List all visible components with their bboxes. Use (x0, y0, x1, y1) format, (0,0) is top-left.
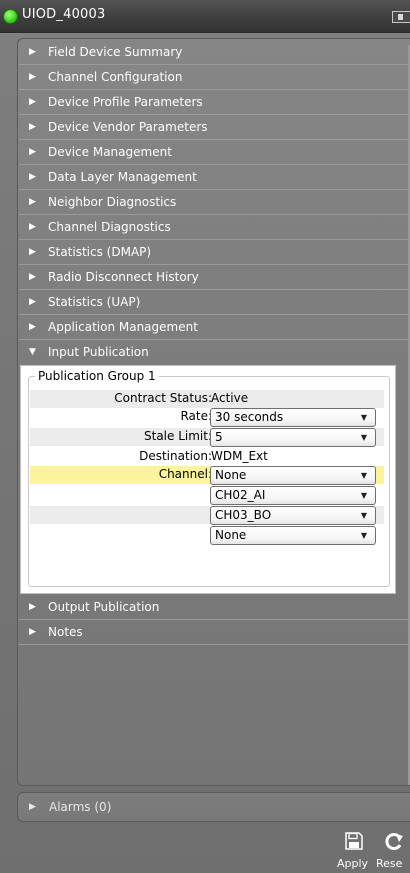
section-label: Statistics (UAP) (48, 295, 141, 309)
section-device-profile-parameters[interactable]: ▶ Device Profile Parameters (19, 90, 410, 115)
save-icon (345, 832, 363, 850)
destination-value: WDM_Ext (211, 449, 268, 463)
triangle-right-icon: ▶ (29, 297, 36, 307)
section-statistics-dmap[interactable]: ▶ Statistics (DMAP) (19, 240, 410, 265)
contract-status-row: Contract Status: Active (30, 390, 384, 408)
window-title: UIOD_40003 (22, 7, 106, 22)
stale-limit-select[interactable]: 5 ▼ (210, 428, 376, 447)
triangle-right-icon: ▶ (29, 322, 36, 332)
triangle-down-icon: ▼ (29, 347, 36, 357)
stale-limit-label: Stale Limit: (144, 429, 212, 443)
stale-limit-row: Stale Limit: 5 ▼ (30, 428, 384, 447)
section-label: Channel Diagnostics (48, 220, 171, 234)
apply-label: Apply (337, 857, 369, 870)
channel-select-value: CH03_BO (215, 508, 272, 522)
apply-button[interactable]: Apply (336, 829, 372, 873)
section-label: Data Layer Management (48, 170, 197, 184)
section-channel-diagnostics[interactable]: ▶ Channel Diagnostics (19, 215, 410, 240)
rate-select-value: 30 seconds (215, 410, 284, 424)
refresh-icon (385, 833, 403, 850)
section-label: Channel Configuration (48, 70, 183, 84)
section-output-publication[interactable]: ▶ Output Publication (19, 595, 410, 620)
triangle-right-icon: ▶ (29, 272, 36, 282)
channel-row: Channel: None ▼ (30, 466, 384, 485)
triangle-right-icon: ▶ (29, 147, 36, 157)
section-label: Device Vendor Parameters (48, 120, 208, 134)
triangle-right-icon: ▶ (29, 802, 36, 812)
chevron-down-icon: ▼ (360, 511, 367, 520)
triangle-right-icon: ▶ (29, 122, 36, 132)
channel-select-value: None (215, 468, 247, 482)
section-device-vendor-parameters[interactable]: ▶ Device Vendor Parameters (19, 115, 410, 140)
channel-select-value: None (215, 528, 247, 542)
status-indicator-icon (3, 9, 18, 24)
triangle-right-icon: ▶ (29, 602, 36, 612)
reset-label: Rese (376, 857, 403, 870)
stale-limit-select-value: 5 (215, 430, 223, 444)
section-label: Field Device Summary (48, 45, 183, 59)
title-bar: UIOD_40003 (0, 0, 410, 33)
destination-row: Destination: WDM_Ext (30, 448, 384, 466)
channel-select-2[interactable]: CH02_AI ▼ (210, 486, 376, 505)
section-label: Neighbor Diagnostics (48, 195, 177, 209)
section-notes[interactable]: ▶ Notes (19, 620, 410, 645)
section-label: Notes (48, 625, 83, 639)
channel-select-value: CH02_AI (215, 488, 266, 502)
chevron-down-icon: ▼ (360, 491, 367, 500)
input-publication-content: Publication Group 1 Contract Status: Act… (20, 365, 396, 594)
triangle-right-icon: ▶ (29, 172, 36, 182)
section-statistics-uap[interactable]: ▶ Statistics (UAP) (19, 290, 410, 315)
triangle-right-icon: ▶ (29, 222, 36, 232)
channel-row-2: CH02_AI ▼ (30, 486, 384, 505)
chevron-down-icon: ▼ (360, 531, 367, 540)
publication-group-title: Publication Group 1 (35, 369, 159, 384)
section-label: Input Publication (48, 345, 149, 359)
device-window: UIOD_40003 ▶ Field Device Summary ▶ Chan… (0, 0, 410, 873)
section-label: Application Management (48, 320, 198, 334)
channel-select-4[interactable]: None ▼ (210, 526, 376, 545)
section-label: Statistics (DMAP) (48, 245, 152, 259)
section-label: Output Publication (48, 600, 160, 614)
triangle-right-icon: ▶ (29, 72, 36, 82)
section-device-management[interactable]: ▶ Device Management (19, 140, 410, 165)
triangle-right-icon: ▶ (29, 197, 36, 207)
section-radio-disconnect-history[interactable]: ▶ Radio Disconnect History (19, 265, 410, 290)
chevron-down-icon: ▼ (360, 471, 367, 480)
section-input-publication[interactable]: ▼ Input Publication (19, 340, 410, 365)
section-channel-configuration[interactable]: ▶ Channel Configuration (19, 65, 410, 90)
section-field-device-summary[interactable]: ▶ Field Device Summary (19, 40, 410, 65)
parameter-panel: ▶ Field Device Summary ▶ Channel Configu… (17, 38, 410, 786)
alarms-label: Alarms (0) (49, 800, 112, 814)
channel-select-3[interactable]: CH03_BO ▼ (210, 506, 376, 525)
section-data-layer-management[interactable]: ▶ Data Layer Management (19, 165, 410, 190)
chevron-down-icon: ▼ (360, 433, 367, 442)
rate-select[interactable]: 30 seconds ▼ (210, 408, 376, 427)
rate-row: Rate: 30 seconds ▼ (30, 408, 384, 427)
channel-row-4: None ▼ (30, 526, 384, 545)
section-label: Device Profile Parameters (48, 95, 203, 109)
section-label: Radio Disconnect History (48, 270, 199, 284)
channel-row-3: CH03_BO ▼ (30, 506, 384, 525)
section-application-management[interactable]: ▶ Application Management (19, 315, 410, 340)
triangle-right-icon: ▶ (29, 97, 36, 107)
channel-select-1[interactable]: None ▼ (210, 466, 376, 485)
triangle-right-icon: ▶ (29, 247, 36, 257)
destination-label: Destination: (139, 449, 212, 463)
window-restore-icon[interactable] (392, 11, 410, 23)
alarms-section[interactable]: ▶ Alarms (0) (17, 792, 410, 822)
triangle-right-icon: ▶ (29, 627, 36, 637)
contract-status-value: Active (211, 391, 249, 405)
reset-button[interactable]: Rese (375, 829, 410, 873)
contract-status-label: Contract Status: (114, 391, 212, 405)
triangle-right-icon: ▶ (29, 47, 36, 57)
section-neighbor-diagnostics[interactable]: ▶ Neighbor Diagnostics (19, 190, 410, 215)
channel-label: Channel: (158, 467, 212, 481)
chevron-down-icon: ▼ (360, 413, 367, 422)
rate-label: Rate: (180, 409, 212, 423)
section-label: Device Management (48, 145, 172, 159)
